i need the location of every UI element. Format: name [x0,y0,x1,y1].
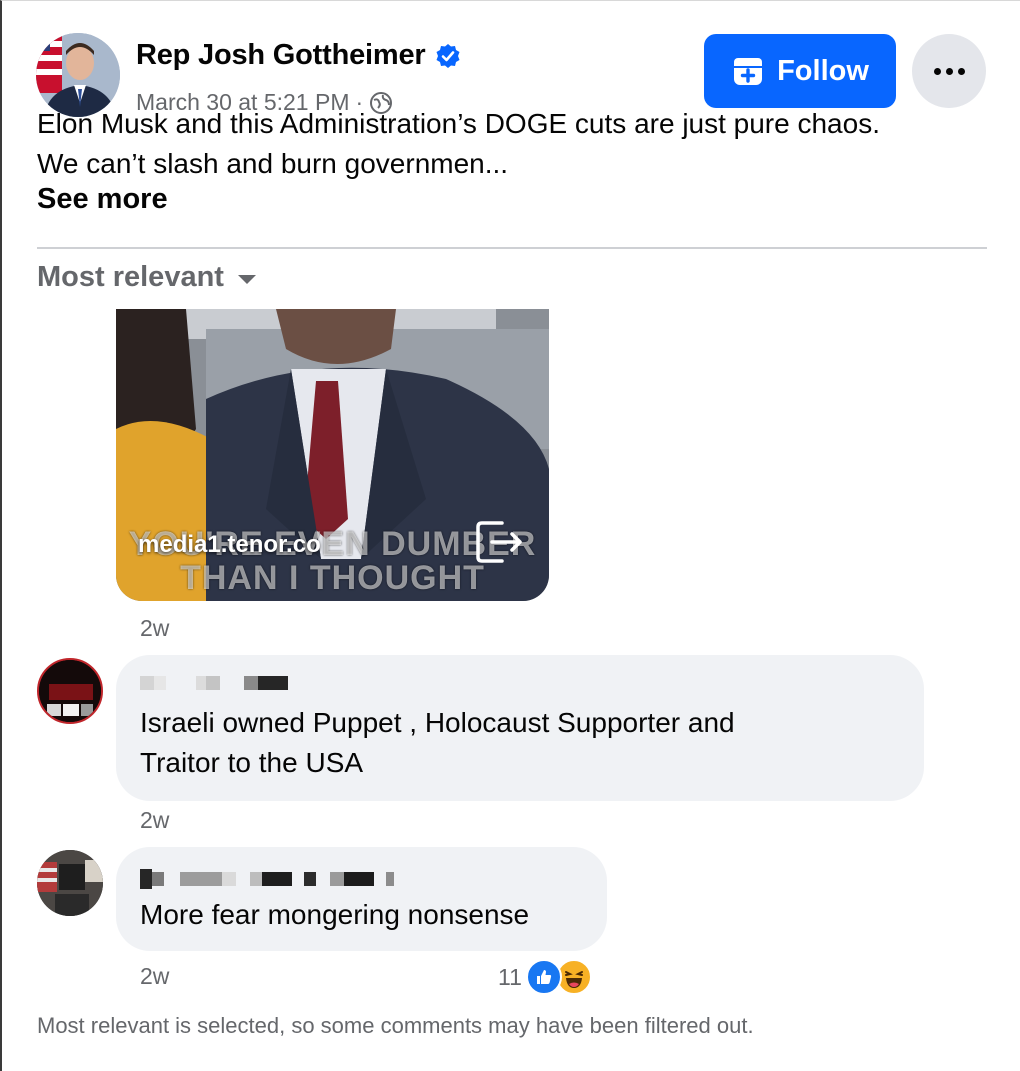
commenter-name-redacted[interactable] [140,869,394,889]
more-dot-icon [957,67,965,75]
post-panel: Rep Josh Gottheimer March 30 at 5:21 PM … [0,0,1020,1071]
commenter-avatar[interactable] [37,850,103,916]
commenter-photo [37,850,103,916]
open-external-icon[interactable] [472,515,526,569]
commenter-name-redacted[interactable] [140,676,288,690]
more-dot-icon [945,67,953,75]
comment-time[interactable]: 2w [140,807,169,834]
follow-page-icon [734,58,763,85]
see-more-link[interactable]: See more [37,183,168,216]
divider [37,247,987,249]
comment-time[interactable]: 2w [140,963,169,990]
like-reaction-icon [525,959,562,995]
verified-badge-icon [436,43,460,68]
gif-source-domain: media1.tenor.co [138,531,321,558]
more-dot-icon [933,67,941,75]
comment-text-line1: Israeli owned Puppet , Holocaust Support… [140,707,735,738]
follow-button[interactable]: Follow [704,34,896,108]
commenter-avatar[interactable] [37,658,103,724]
comment-text: More fear mongering nonsense [140,899,530,930]
gif-comment-time[interactable]: 2w [140,615,169,642]
author-name[interactable]: Rep Josh Gottheimer [136,39,426,72]
comment-text: Israeli owned Puppet , Holocaust Support… [140,703,735,783]
more-options-button[interactable] [912,34,986,108]
commenter-photo [39,660,101,722]
caret-down-icon [237,275,256,284]
sort-label: Most relevant [37,261,224,293]
reaction-count: 11 [498,963,522,990]
post-text: Elon Musk and this Administration’s DOGE… [37,108,880,179]
comment-sort-dropdown[interactable]: Most relevant [37,261,256,294]
author-name-row: Rep Josh Gottheimer [136,39,461,72]
follow-label: Follow [777,54,869,87]
filter-notice: Most relevant is selected, so some comme… [37,1013,754,1038]
comment-text-line2: Traitor to the USA [140,747,364,778]
reaction-summary[interactable]: 11 [498,959,592,995]
